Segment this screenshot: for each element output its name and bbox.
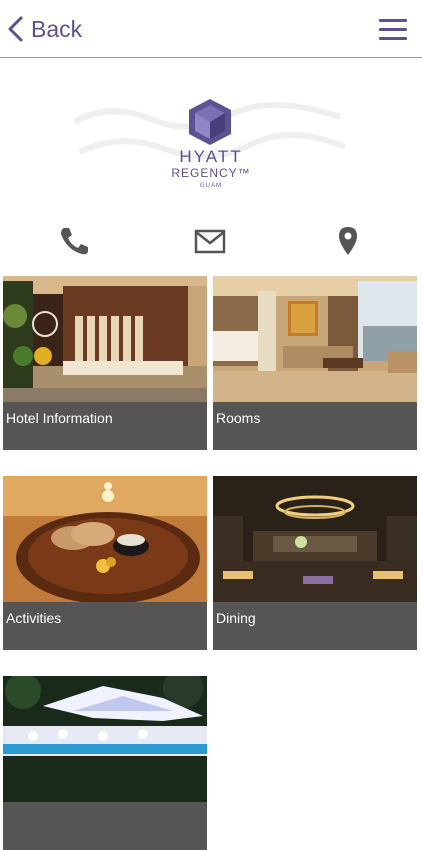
tile-label: Hotel Information <box>6 410 113 426</box>
hotel-room-photo <box>213 276 417 402</box>
back-button[interactable]: Back <box>6 12 82 46</box>
tile-caption <box>3 802 207 850</box>
tile-caption: Activities <box>3 602 207 650</box>
hotel-logo-area: HYATT REGENCY™ GUAM <box>0 59 422 219</box>
tile-label: Activities <box>6 610 62 626</box>
tile-caption: Dining <box>213 602 417 650</box>
top-bar: Back <box>0 0 422 58</box>
logo-brand-location: GUAM <box>200 183 222 189</box>
pool-event-photo <box>3 676 207 802</box>
hamburger-menu-icon[interactable] <box>379 17 409 41</box>
spa-activities-photo <box>3 476 207 602</box>
tile-hotel-information[interactable]: Hotel Information <box>3 276 207 450</box>
chevron-left-icon <box>8 16 23 42</box>
tile-caption: Hotel Information <box>3 402 207 450</box>
hotel-lobby-photo <box>3 276 207 402</box>
tile-label: Rooms <box>216 410 261 426</box>
restaurant-dining-photo <box>213 476 417 602</box>
logo-brand-line2: REGENCY™ <box>171 166 251 180</box>
logo-brand-name: HYATT <box>179 147 243 166</box>
tile-caption: Rooms <box>213 402 417 450</box>
mail-icon[interactable] <box>194 226 226 256</box>
tile-activities[interactable]: Activities <box>3 476 207 650</box>
phone-icon[interactable] <box>58 226 90 256</box>
location-pin-icon[interactable] <box>332 226 364 256</box>
tile-dining[interactable]: Dining <box>213 476 417 650</box>
tile-label: Dining <box>216 610 256 626</box>
tile-rooms[interactable]: Rooms <box>213 276 417 450</box>
tile-pool-event[interactable] <box>3 676 207 850</box>
back-label: Back <box>31 15 83 42</box>
hyatt-logo-icon <box>189 99 231 145</box>
